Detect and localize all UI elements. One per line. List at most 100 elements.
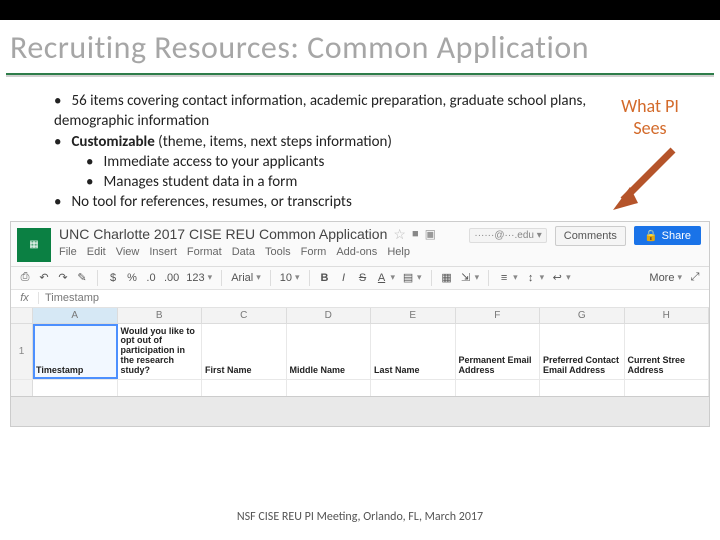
sheets-header: ▦ UNC Charlotte 2017 CISE REU Common App… bbox=[11, 222, 709, 267]
bullet-2: Customizable (theme, items, next steps i… bbox=[50, 132, 600, 152]
account-chip[interactable]: ······@···.edu ▾ bbox=[469, 228, 546, 243]
menu-data[interactable]: Data bbox=[232, 246, 255, 258]
row-2 bbox=[11, 380, 709, 396]
menu-format[interactable]: Format bbox=[187, 246, 222, 258]
col-B[interactable]: B bbox=[118, 308, 203, 323]
chevron-down-icon[interactable]: ▾ bbox=[677, 272, 682, 283]
menu-help[interactable]: Help bbox=[387, 246, 410, 258]
cell-E2[interactable] bbox=[371, 380, 456, 396]
body-row: 56 items covering contact information, a… bbox=[0, 77, 720, 213]
dec2-button[interactable]: .00 bbox=[164, 272, 179, 284]
cell-D1[interactable]: Middle Name bbox=[287, 324, 372, 379]
col-E[interactable]: E bbox=[371, 308, 456, 323]
chevron-down-icon[interactable]: ▾ bbox=[256, 272, 261, 283]
undo-icon[interactable]: ↶ bbox=[38, 271, 50, 284]
cell-C1[interactable]: First Name bbox=[202, 324, 287, 379]
chevron-down-icon[interactable]: ▾ bbox=[417, 272, 422, 283]
paint-icon[interactable]: ✎ bbox=[76, 271, 88, 284]
bullet-2-bold: Customizable bbox=[71, 133, 154, 151]
chevron-down-icon[interactable]: ▾ bbox=[391, 272, 396, 283]
italic-button[interactable]: I bbox=[338, 272, 350, 284]
cell-F2[interactable] bbox=[456, 380, 541, 396]
chevron-down-icon[interactable]: ▾ bbox=[475, 272, 480, 283]
redo-icon[interactable]: ↷ bbox=[57, 271, 69, 284]
side-label-line1: What PI bbox=[600, 95, 700, 117]
row-num-2[interactable] bbox=[11, 380, 33, 396]
menu-tools[interactable]: Tools bbox=[265, 246, 291, 258]
cell-G2[interactable] bbox=[540, 380, 625, 396]
menu-edit[interactable]: Edit bbox=[87, 246, 106, 258]
doc-title[interactable]: UNC Charlotte 2017 CISE REU Common Appli… bbox=[59, 226, 387, 242]
top-black-bar bbox=[0, 0, 720, 20]
borders-icon[interactable]: ▦ bbox=[441, 271, 453, 284]
bullet-2a: Immediate access to your applicants bbox=[50, 152, 600, 172]
col-G[interactable]: G bbox=[540, 308, 625, 323]
chevron-down-icon[interactable]: ▾ bbox=[566, 272, 571, 283]
menu-insert[interactable]: Insert bbox=[149, 246, 177, 258]
comments-button[interactable]: Comments bbox=[555, 226, 626, 246]
valign-icon[interactable]: ↕ bbox=[525, 272, 537, 284]
fx-value[interactable]: Timestamp bbox=[39, 292, 99, 304]
row-num-1[interactable]: 1 bbox=[11, 324, 33, 379]
title-area: Recruiting Resources: Common Application bbox=[0, 20, 720, 73]
folder-icon[interactable]: ▣ bbox=[425, 227, 436, 241]
fontsize-select[interactable]: 10 bbox=[280, 272, 292, 284]
star-icon[interactable]: ☆ bbox=[393, 226, 406, 243]
gray-strip bbox=[10, 397, 710, 427]
bullet-1: 56 items covering contact information, a… bbox=[50, 91, 600, 132]
spreadsheet-grid: A B C D E F G H 1 Timestamp Would you li… bbox=[11, 308, 709, 396]
cell-C2[interactable] bbox=[202, 380, 287, 396]
share-button[interactable]: 🔒Share bbox=[634, 226, 701, 245]
percent-button[interactable]: % bbox=[126, 272, 138, 284]
arrow-icon bbox=[608, 145, 688, 215]
cell-B1[interactable]: Would you like to opt out of participati… bbox=[118, 324, 203, 379]
col-A[interactable]: A bbox=[33, 308, 118, 323]
bullet-list: 56 items covering contact information, a… bbox=[50, 91, 600, 213]
cell-B2[interactable] bbox=[118, 380, 203, 396]
num-format-button[interactable]: 123 bbox=[186, 272, 204, 284]
chevron-down-icon[interactable]: ▾ bbox=[295, 272, 300, 283]
cell-E1[interactable]: Last Name bbox=[371, 324, 456, 379]
chevron-down-icon[interactable]: ▾ bbox=[208, 272, 213, 283]
strike-button[interactable]: S bbox=[357, 272, 369, 284]
toolbar: ⎙ ↶ ↷ ✎ $ % .0 .00 123▾ Arial▾ 10▾ B I S… bbox=[11, 267, 709, 290]
cell-F1[interactable]: Permanent Email Address bbox=[456, 324, 541, 379]
dec1-button[interactable]: .0 bbox=[145, 272, 157, 284]
cell-H1[interactable]: Current Stree Address bbox=[625, 324, 710, 379]
header-row: 1 Timestamp Would you like to opt out of… bbox=[11, 324, 709, 380]
cell-H2[interactable] bbox=[625, 380, 710, 396]
sheets-logo-icon[interactable]: ▦ bbox=[17, 228, 51, 262]
cell-A2[interactable] bbox=[33, 380, 118, 396]
cell-A1[interactable]: Timestamp bbox=[33, 324, 118, 379]
menu-addons[interactable]: Add-ons bbox=[336, 246, 377, 258]
more-button[interactable]: More bbox=[649, 272, 674, 284]
chevron-down-icon[interactable]: ▾ bbox=[540, 272, 545, 283]
location-chip[interactable]: ■ bbox=[412, 228, 419, 240]
currency-button[interactable]: $ bbox=[107, 272, 119, 284]
halign-icon[interactable]: ≡ bbox=[498, 272, 510, 284]
fill-icon[interactable]: ▤ bbox=[402, 271, 414, 284]
menu-form[interactable]: Form bbox=[301, 246, 327, 258]
font-select[interactable]: Arial bbox=[231, 272, 253, 284]
expand-icon[interactable]: ⤢ bbox=[689, 271, 701, 284]
formula-bar: fx Timestamp bbox=[11, 290, 709, 308]
bullet-2-rest: (theme, items, next steps information) bbox=[155, 133, 392, 151]
bold-button[interactable]: B bbox=[319, 272, 331, 284]
side-label-line2: Sees bbox=[600, 117, 700, 139]
menu-view[interactable]: View bbox=[116, 246, 140, 258]
col-C[interactable]: C bbox=[202, 308, 287, 323]
cell-G1[interactable]: Preferred Contact Email Address bbox=[540, 324, 625, 379]
chevron-down-icon[interactable]: ▾ bbox=[513, 272, 518, 283]
col-D[interactable]: D bbox=[287, 308, 372, 323]
menu-bar: File Edit View Insert Format Data Tools … bbox=[59, 246, 469, 258]
textcolor-button[interactable]: A bbox=[376, 272, 388, 284]
col-F[interactable]: F bbox=[456, 308, 541, 323]
side-label: What PI Sees bbox=[600, 91, 700, 213]
merge-icon[interactable]: ⇲ bbox=[460, 271, 472, 284]
menu-file[interactable]: File bbox=[59, 246, 77, 258]
print-icon[interactable]: ⎙ bbox=[19, 271, 31, 284]
col-H[interactable]: H bbox=[625, 308, 710, 323]
cell-D2[interactable] bbox=[287, 380, 372, 396]
wrap-icon[interactable]: ↩ bbox=[551, 271, 563, 284]
bullet-3: No tool for references, resumes, or tran… bbox=[50, 192, 600, 212]
